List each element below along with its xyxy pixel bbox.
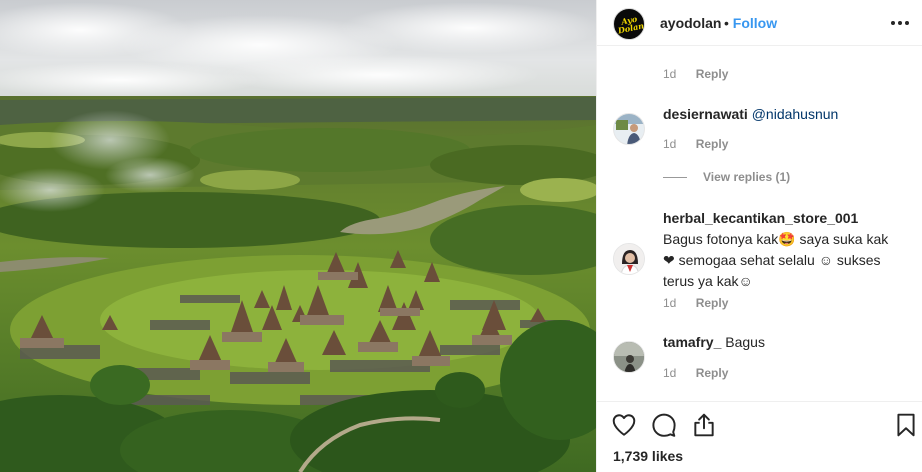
author-avatar[interactable]: Ayo Dolan xyxy=(613,8,645,40)
comment-time: 1d xyxy=(663,366,677,380)
separator-dot: • xyxy=(724,15,729,31)
commenter-avatar[interactable] xyxy=(613,341,645,373)
comment-body: herbal_kecantikan_store_001 Bagus fotony… xyxy=(663,208,899,292)
comment-meta: 1d Reply xyxy=(663,67,728,81)
follow-button[interactable]: Follow xyxy=(733,15,777,31)
black-heart-icon: ❤ xyxy=(663,252,675,268)
follow-group: • Follow xyxy=(724,15,777,31)
author-username[interactable]: ayodolan xyxy=(660,15,721,31)
more-options-icon[interactable] xyxy=(890,14,910,32)
commenter-avatar[interactable] xyxy=(613,243,645,275)
bookmark-icon[interactable] xyxy=(893,412,919,438)
comment-text-1: Bagus xyxy=(663,231,703,247)
comment-body: tamafry_ Bagus xyxy=(663,332,899,353)
commenter-username[interactable]: desiernawati xyxy=(663,106,748,122)
post-header: Ayo Dolan ayodolan • Follow xyxy=(597,0,922,46)
reply-button[interactable]: Reply xyxy=(696,67,729,81)
view-replies-button[interactable]: View replies (1) xyxy=(663,170,790,184)
comment-time: 1d xyxy=(663,67,677,81)
smile-icon: ☺ xyxy=(738,273,753,289)
avatar-photo xyxy=(614,342,644,372)
post-photo[interactable] xyxy=(0,0,596,472)
comment-meta: 1d Reply xyxy=(663,296,728,310)
post-actions: 1,739 likes xyxy=(597,401,922,472)
view-replies-line xyxy=(663,177,687,179)
likes-count[interactable]: 1,739 likes xyxy=(613,448,683,464)
smile-icon: ☺ xyxy=(818,252,834,268)
comment-text-3: semogaa sehat selalu xyxy=(678,252,819,268)
landscape-photo xyxy=(0,0,596,472)
commenter-avatar[interactable] xyxy=(613,113,645,145)
avatar-photo xyxy=(614,114,644,144)
star-eyes-emoji-icon: 🤩 xyxy=(778,231,796,247)
reply-button[interactable]: Reply xyxy=(696,296,729,310)
avatar-photo xyxy=(614,244,644,274)
reply-button[interactable]: Reply xyxy=(696,137,729,151)
comment-text: Bagus xyxy=(725,334,765,350)
comment-text-2: fotonya kak xyxy=(706,231,779,247)
comment-time: 1d xyxy=(663,137,677,151)
mention-link[interactable]: @nidahusnun xyxy=(752,106,839,122)
comment-time: 1d xyxy=(663,296,677,310)
commenter-username[interactable]: tamafry_ xyxy=(663,334,721,350)
comment-icon[interactable] xyxy=(651,412,677,438)
commenter-username[interactable]: herbal_kecantikan_store_001 xyxy=(663,210,858,226)
avatar-logo-text: Ayo Dolan xyxy=(616,13,645,36)
comment-text-2b: saya suka kak xyxy=(795,231,889,247)
comment-meta: 1d Reply xyxy=(663,137,728,151)
reply-button[interactable]: Reply xyxy=(696,366,729,380)
heart-icon[interactable] xyxy=(611,412,637,438)
comment-text-4: ya kak xyxy=(698,273,739,289)
comments-list[interactable]: 1d Reply desiernawati @nidahusnun 1d Rep… xyxy=(597,47,922,400)
view-replies-label: View replies (1) xyxy=(703,170,791,184)
comment-body: desiernawati @nidahusnun xyxy=(663,104,899,125)
post-side-panel: Ayo Dolan ayodolan • Follow 1d Reply des… xyxy=(596,0,922,472)
comment-meta: 1d Reply xyxy=(663,366,728,380)
share-icon[interactable] xyxy=(691,412,717,438)
